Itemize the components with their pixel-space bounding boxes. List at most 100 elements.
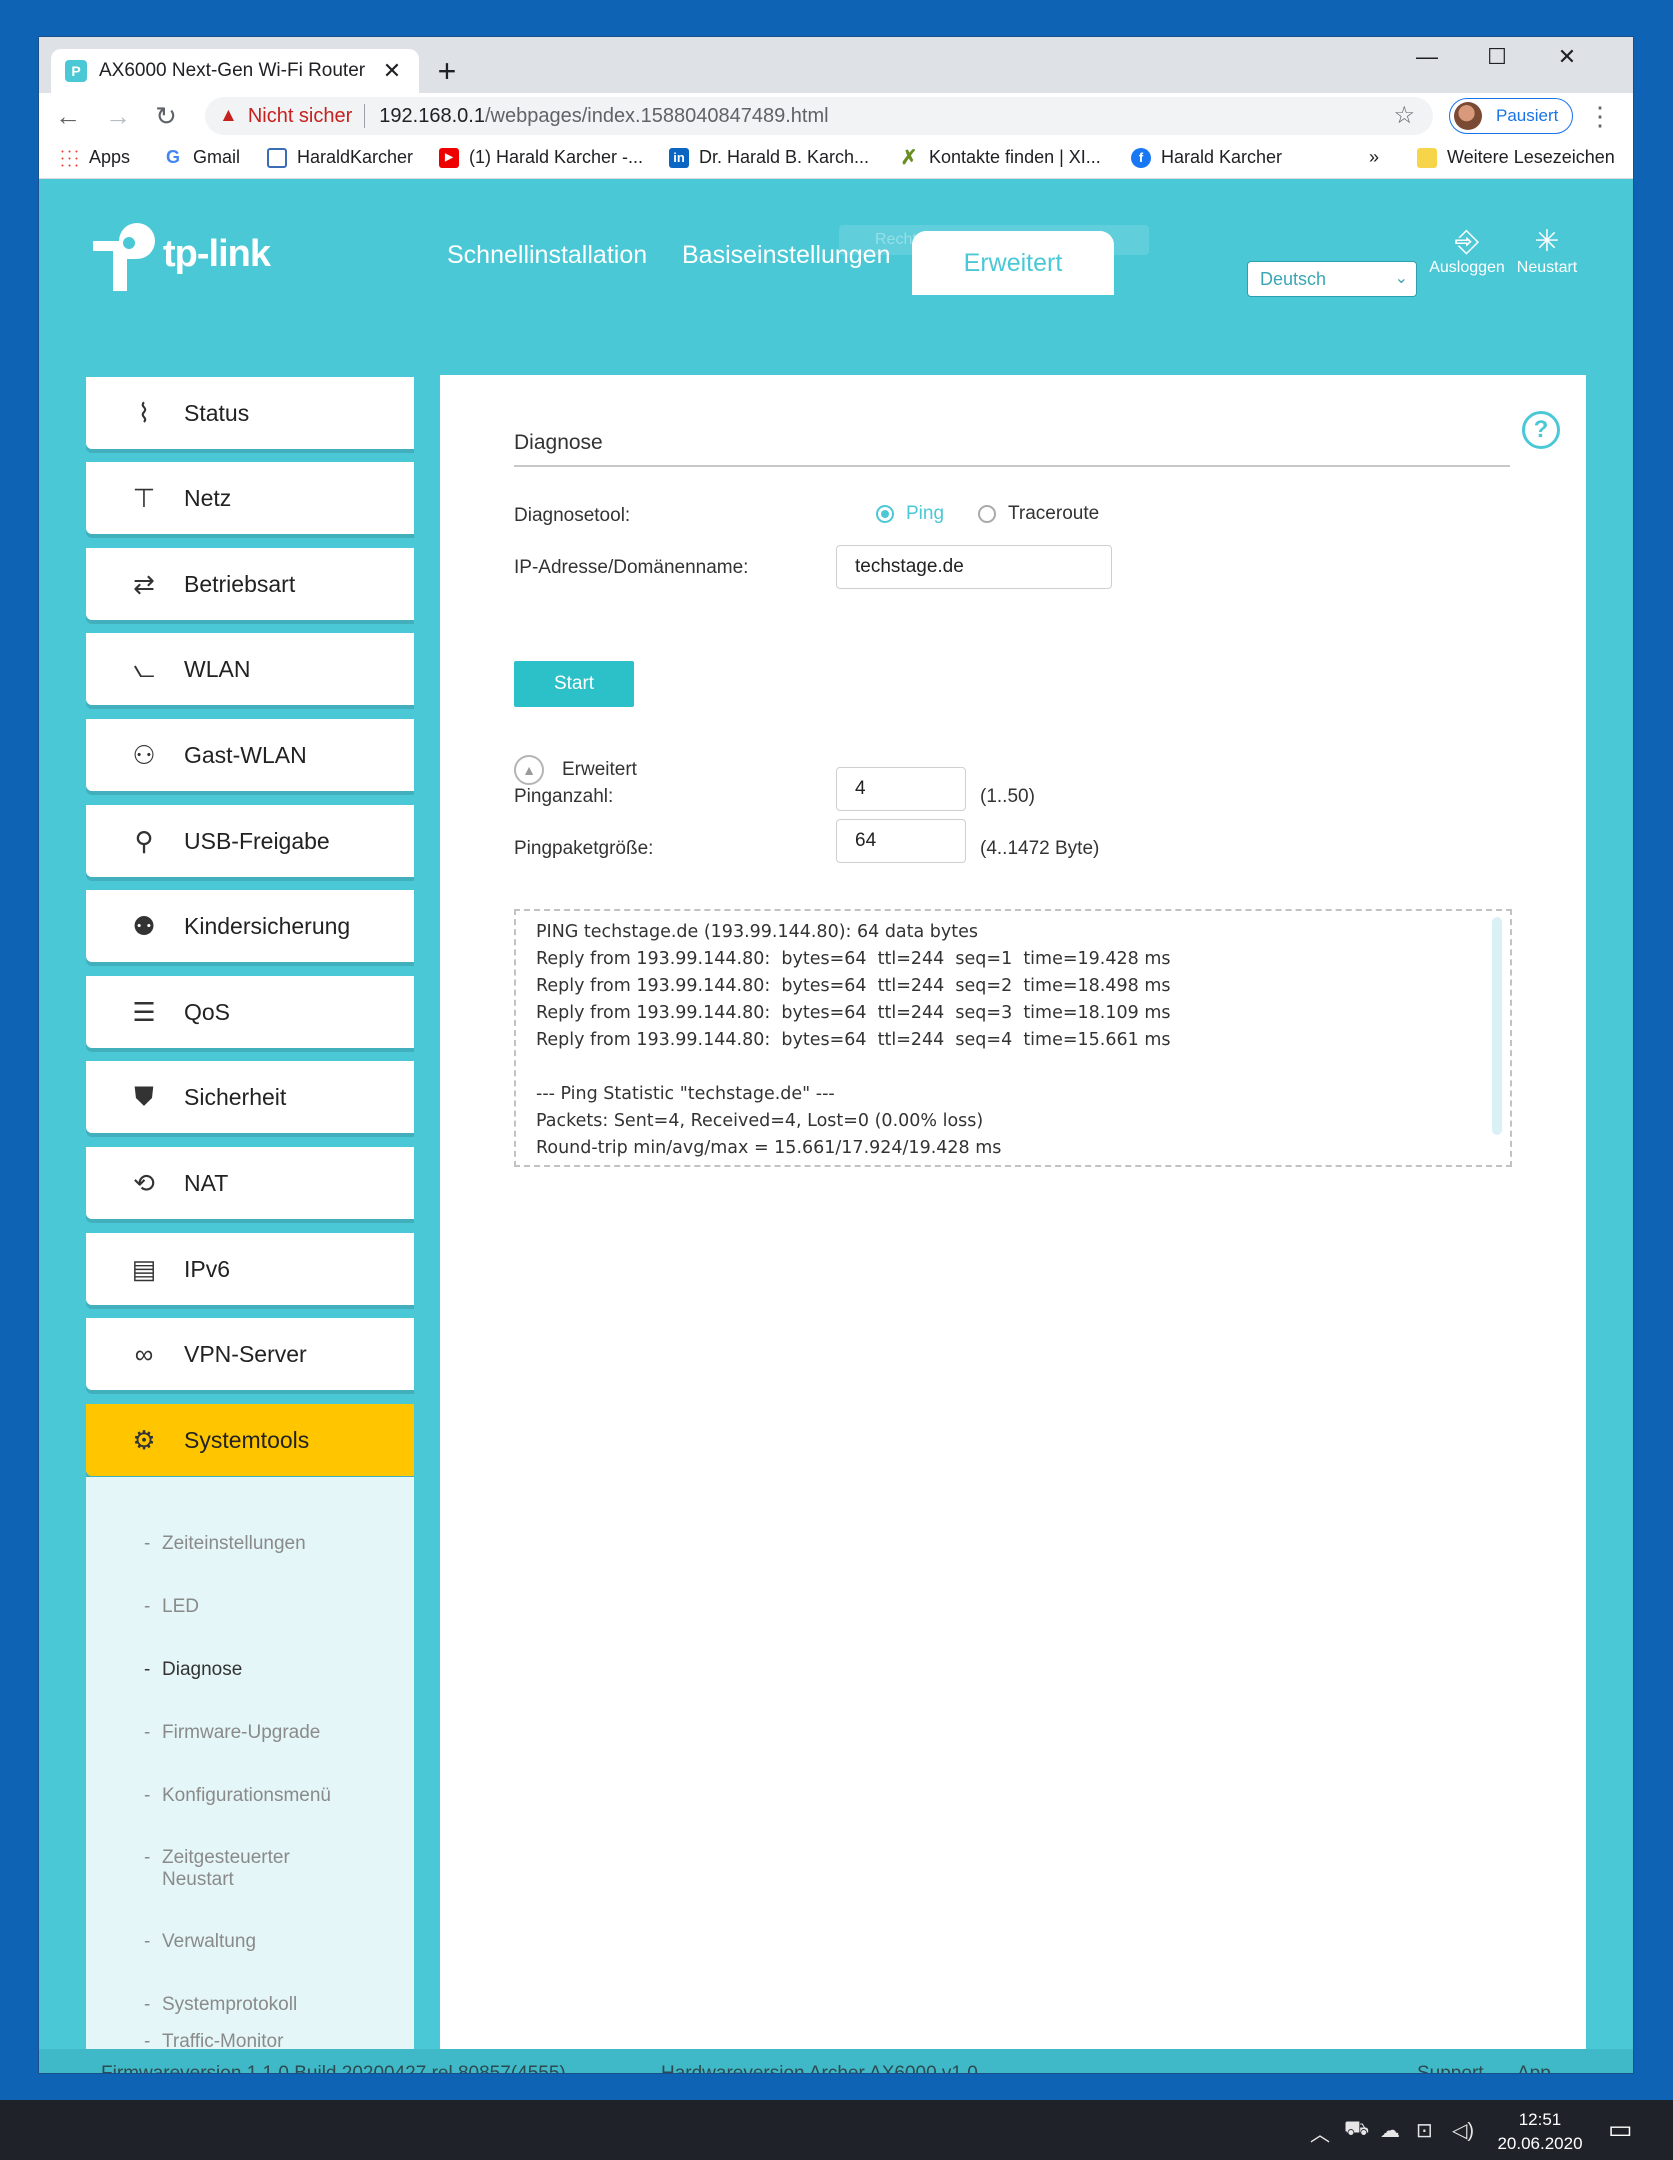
submenu-time-settings[interactable]: - Zeiteinstellungen [144, 1533, 306, 1555]
volume-icon[interactable]: ◁) [1452, 2118, 1474, 2143]
notification-icon[interactable]: ▭ [1608, 2114, 1633, 2145]
submenu-label: Zeiteinstellungen [162, 1533, 306, 1554]
sidebar-item-ipv6[interactable]: ▤ IPv6 [86, 1233, 414, 1305]
reload-icon[interactable]: ↻ [147, 97, 185, 135]
nav-basic[interactable]: Basiseinstellungen [682, 241, 890, 270]
submenu-diagnose[interactable]: - Diagnose [144, 1659, 243, 1681]
bookmark-other[interactable]: Weitere Lesezeichen [1417, 147, 1615, 168]
family-icon: ⚉ [132, 910, 156, 941]
clock-date: 20.06.2020 [1497, 2134, 1583, 2153]
google-icon: G [165, 147, 180, 167]
sidebar-item-parental[interactable]: ⚉ Kindersicherung [86, 890, 414, 962]
bookmarks-overflow[interactable]: » [1369, 147, 1379, 168]
restart-button[interactable]: ✳ Neustart [1507, 225, 1587, 277]
packet-size-hint: (4..1472 Byte) [980, 838, 1100, 859]
support-link[interactable]: Support [1417, 2063, 1484, 2073]
submenu-label: Diagnose [162, 1659, 243, 1680]
submenu-config[interactable]: - Konfigurationsmenü [144, 1785, 331, 1807]
ping-count-input[interactable]: 4 [836, 767, 966, 811]
nav-advanced[interactable]: Erweitert [912, 231, 1114, 295]
ping-count-hint: (1..50) [980, 786, 1035, 807]
sidebar-item-security[interactable]: ⛊ Sicherheit [86, 1061, 414, 1133]
sidebar-item-qos[interactable]: ☰ QoS [86, 976, 414, 1048]
ping-output[interactable]: PING techstage.de (193.99.144.80): 64 da… [514, 909, 1512, 1167]
window-close-icon[interactable]: ✕ [1533, 37, 1601, 77]
advanced-label: Erweitert [562, 759, 637, 780]
submenu-administration[interactable]: - Verwaltung [144, 1931, 257, 1953]
sidebar-item-network[interactable]: ⊤ Netz [86, 462, 414, 534]
taskbar-clock[interactable]: 12:51 20.06.2020 [1488, 2108, 1592, 2156]
profile-button[interactable]: Pausiert [1449, 98, 1573, 134]
output-line: Reply from 193.99.144.80: bytes=64 ttl=2… [536, 1030, 1171, 1050]
submenu-label: Systemprotokoll [162, 1994, 298, 2015]
submenu-label: Verwaltung [162, 1931, 257, 1952]
qos-icon: ☰ [132, 996, 156, 1027]
sidebar-item-guest-wlan[interactable]: ⚇ Gast-WLAN [86, 719, 414, 791]
cloud-icon[interactable]: ☁ [1380, 2118, 1400, 2143]
output-scrollbar[interactable] [1492, 917, 1502, 1135]
radio-ping[interactable]: Ping [876, 503, 944, 525]
tray-app-icon[interactable]: ⛟ [1344, 2118, 1369, 2143]
browser-window: P AX6000 Next-Gen Wi-Fi Router ✕ + — ☐ ✕… [38, 36, 1634, 2074]
submenu-firmware-upgrade[interactable]: - Firmware-Upgrade [144, 1722, 320, 1744]
sidebar: ⌇ Status ⊤ Netz ⇄ Betriebsart ⦦ WLAN ⚇ Gast-W… [86, 179, 414, 2057]
browser-tab[interactable]: P AX6000 Next-Gen Wi-Fi Router ✕ [51, 49, 419, 93]
sidebar-item-usb[interactable]: ⚲ USB-Freigabe [86, 805, 414, 877]
submenu-label: LED [162, 1596, 199, 1617]
omnibox-divider [364, 104, 366, 128]
submenu-system-log[interactable]: - Systemprotokoll [144, 1994, 298, 2016]
not-secure-label: Nicht sicher [247, 104, 353, 127]
sidebar-item-system-tools[interactable]: ⚙ Systemtools [86, 1404, 414, 1476]
advanced-toggle[interactable]: ▲ Erweitert [514, 755, 637, 785]
nav-quick-setup[interactable]: Schnellinstallation [447, 241, 647, 270]
swap-icon: ⇄ [133, 568, 155, 599]
output-line: --- Ping Statistic "techstage.de" --- [536, 1084, 835, 1104]
logout-label: Ausloggen [1429, 259, 1505, 276]
packet-size-input[interactable]: 64 [836, 819, 966, 863]
bookmark-star-icon[interactable]: ☆ [1393, 101, 1415, 130]
host-label: IP-Adresse/Domänenname: [514, 557, 749, 578]
browser-toolbar: ← → ↻ ▲ Nicht sicher 192.168.0.1/webpage… [39, 93, 1633, 139]
bookmark-label: Kontakte finden | XI... [929, 147, 1101, 167]
bookmark-linkedin[interactable]: in Dr. Harald B. Karch... [669, 147, 869, 168]
facebook-icon: f [1131, 147, 1151, 168]
sidebar-item-nat[interactable]: ⟲ NAT [86, 1147, 414, 1219]
firmware-version: Firmwareversion 1.1.0 Build 20200427 rel… [101, 2063, 566, 2074]
app-link[interactable]: App [1517, 2063, 1551, 2073]
minimize-icon[interactable]: — [1393, 37, 1461, 77]
bookmark-xing[interactable]: ✗ Kontakte finden | XI... [899, 147, 1101, 169]
sidebar-item-label: Betriebsart [184, 570, 296, 597]
address-bar[interactable]: ▲ Nicht sicher 192.168.0.1/webpages/inde… [205, 97, 1433, 135]
back-icon[interactable]: ← [49, 97, 87, 135]
sidebar-item-status[interactable]: ⌇ Status [86, 377, 414, 449]
language-select[interactable]: Deutsch ⌄ [1247, 261, 1417, 297]
bookmark-label: (1) Harald Karcher -... [469, 147, 644, 167]
start-button[interactable]: Start [514, 661, 634, 707]
logout-button[interactable]: ⎆ Ausloggen [1427, 225, 1507, 277]
new-tab-button[interactable]: + [427, 51, 467, 91]
bookmark-apps[interactable]: . Apps [59, 147, 130, 168]
page-icon [267, 147, 287, 168]
sidebar-item-operation-mode[interactable]: ⇄ Betriebsart [86, 548, 414, 620]
sidebar-item-label: WLAN [184, 655, 251, 682]
sidebar-item-wlan[interactable]: ⦦ WLAN [86, 633, 414, 705]
sidebar-item-vpn[interactable]: ∞ VPN-Server [86, 1318, 414, 1390]
tab-close-icon[interactable]: ✕ [379, 58, 405, 84]
maximize-icon[interactable]: ☐ [1463, 37, 1531, 77]
help-icon[interactable]: ? [1522, 411, 1560, 449]
network-tray-icon[interactable]: ⊡ [1416, 2118, 1433, 2143]
forward-icon[interactable]: → [99, 97, 137, 135]
submenu-led[interactable]: - LED [144, 1596, 199, 1618]
xing-icon: ✗ [900, 147, 918, 169]
tray-expand-icon[interactable]: ︿ [1310, 2118, 1330, 2147]
browser-menu-icon[interactable]: ⋮ [1585, 101, 1615, 132]
bookmark-facebook[interactable]: f Harald Karcher [1131, 147, 1282, 168]
radio-traceroute[interactable]: Traceroute [978, 503, 1099, 525]
submenu-scheduled-reboot[interactable]: - Zeitgesteuerter Neustart [144, 1847, 332, 1891]
bookmark-haraldkarcher[interactable]: HaraldKarcher [267, 147, 413, 168]
language-value: Deutsch [1260, 269, 1327, 289]
host-input[interactable]: techstage.de [836, 545, 1112, 589]
bookmark-youtube[interactable]: ▶ (1) Harald Karcher -... [439, 147, 643, 168]
bookmark-gmail[interactable]: G Gmail [163, 147, 240, 168]
